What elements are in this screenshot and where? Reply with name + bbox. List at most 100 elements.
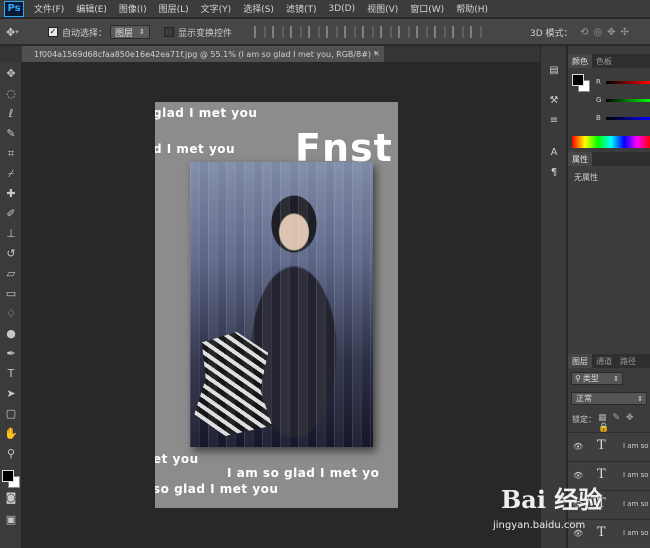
- brush-tool-icon[interactable]: ✐: [3, 206, 19, 222]
- blue-slider[interactable]: [606, 117, 650, 120]
- 3d-mode-label: 3D 模式：: [530, 28, 573, 39]
- align-vcenter-icon[interactable]: [272, 26, 284, 38]
- chevron-updown-icon: ⇕: [139, 28, 145, 36]
- tab-color[interactable]: 颜色: [568, 54, 592, 68]
- type-tool-icon[interactable]: T: [3, 366, 19, 382]
- quick-mask-icon[interactable]: ◙: [3, 490, 19, 506]
- layers-panel-tabs: 图层 通道 路径: [568, 354, 650, 368]
- right-panels: 颜色 色板 R G B 属性 无属性 图层 通道 路径 ⚲ 类型 ⇕ 正常 ⇕ …: [568, 46, 650, 548]
- properties-panel-tabs: 属性: [568, 152, 650, 166]
- marquee-tool-icon[interactable]: ◌: [3, 86, 19, 102]
- align-hcenter-icon[interactable]: [326, 26, 338, 38]
- color-spectrum-bar[interactable]: [572, 136, 650, 148]
- menu-layer[interactable]: 图层(L): [159, 2, 189, 15]
- options-bar: ✥ ▾ ✓ 自动选择： 图层 ⇕ 显示变换控件 3D 模式： ⟲◎✥✣: [0, 19, 650, 45]
- quick-select-tool-icon[interactable]: ✎: [3, 126, 19, 142]
- green-channel-label: G: [596, 96, 602, 104]
- menu-type[interactable]: 文字(Y): [201, 2, 232, 15]
- character-panel-icon[interactable]: A: [547, 146, 561, 160]
- menu-select[interactable]: 选择(S): [243, 2, 274, 15]
- photo-slice-strip: [262, 162, 271, 447]
- menu-image[interactable]: 图像(I): [119, 2, 147, 15]
- auto-align-icon[interactable]: [470, 26, 482, 38]
- color-fg-swatch[interactable]: [572, 74, 584, 86]
- auto-select-checkbox[interactable]: ✓: [48, 27, 58, 37]
- history-brush-tool-icon[interactable]: ↺: [3, 246, 19, 262]
- align-bottom-icon[interactable]: [290, 26, 302, 38]
- canvas-text-line-2: d I met you: [155, 142, 236, 156]
- eyedropper-tool-icon[interactable]: ⌿: [3, 166, 19, 182]
- portrait-photo: [190, 162, 373, 447]
- blue-channel-label: B: [596, 114, 601, 122]
- distribute-left-icon[interactable]: [416, 26, 428, 38]
- canvas-area[interactable]: glad I met you d I met you Fnst et you I…: [23, 62, 538, 548]
- align-left-icon[interactable]: [308, 26, 320, 38]
- gradient-tool-icon[interactable]: ▭: [3, 286, 19, 302]
- document-tab[interactable]: 1f004a1569d68cfaa850e16e42ea71f.jpg @ 55…: [22, 46, 384, 62]
- document-canvas[interactable]: glad I met you d I met you Fnst et you I…: [155, 102, 398, 508]
- blend-mode-value: 正常: [576, 394, 592, 403]
- show-transform-checkbox[interactable]: [164, 27, 174, 37]
- healing-brush-tool-icon[interactable]: ✚: [3, 186, 19, 202]
- zoom-tool-icon[interactable]: ⚲: [3, 446, 19, 462]
- blur-tool-icon[interactable]: ♢: [3, 306, 19, 322]
- brush-presets-icon[interactable]: ⚒: [547, 94, 561, 108]
- menu-window[interactable]: 窗口(W): [410, 2, 444, 15]
- red-slider[interactable]: [606, 81, 650, 84]
- move-tool-preset-icon[interactable]: ✥ ▾: [6, 19, 19, 45]
- menu-view[interactable]: 视图(V): [367, 2, 398, 15]
- screen-mode-icon[interactable]: ▣: [3, 512, 19, 528]
- dodge-tool-icon[interactable]: ●: [3, 326, 19, 342]
- lock-icons[interactable]: ▦✎✥🔒: [598, 413, 650, 433]
- tab-paths[interactable]: 路径: [616, 356, 640, 367]
- canvas-text-line-4: I am so glad I met yo: [227, 466, 380, 480]
- clone-stamp-tool-icon[interactable]: ⊥: [3, 226, 19, 242]
- align-right-icon[interactable]: [344, 26, 356, 38]
- tab-properties[interactable]: 属性: [568, 152, 592, 166]
- panel-icon-strip: ▤ ⚒ ≡ A ¶: [540, 46, 567, 548]
- distribute-hcenter-icon[interactable]: [434, 26, 446, 38]
- blend-mode-dropdown[interactable]: 正常 ⇕: [571, 392, 647, 405]
- shape-tool-icon[interactable]: ▢: [3, 406, 19, 422]
- align-buttons: [254, 19, 488, 45]
- canvas-text-line-3: et you: [155, 452, 199, 466]
- close-icon[interactable]: ×: [373, 49, 380, 58]
- paragraph-panel-icon[interactable]: ¶: [547, 166, 561, 180]
- layer-row[interactable]: 👁 T I am so: [568, 432, 650, 460]
- photo-slice-strip: [298, 162, 307, 447]
- foreground-color-swatch[interactable]: [2, 470, 14, 482]
- distribute-vcenter-icon[interactable]: [380, 26, 392, 38]
- tab-swatches[interactable]: 色板: [592, 56, 616, 67]
- distribute-top-icon[interactable]: [362, 26, 374, 38]
- align-top-icon[interactable]: [254, 26, 266, 38]
- path-select-tool-icon[interactable]: ➤: [3, 386, 19, 402]
- text-layer-icon: T: [597, 438, 606, 453]
- crop-tool-icon[interactable]: ⌗: [3, 146, 19, 162]
- tab-layers[interactable]: 图层: [568, 354, 592, 368]
- eraser-tool-icon[interactable]: ▱: [3, 266, 19, 282]
- layer-filter-dropdown[interactable]: ⚲ 类型 ⇕: [571, 372, 623, 385]
- menu-3d[interactable]: 3D(D): [328, 4, 355, 14]
- menu-help[interactable]: 帮助(H): [456, 2, 488, 15]
- canvas-text-line-5: so glad I met you: [155, 482, 279, 496]
- visibility-eye-icon[interactable]: 👁: [573, 442, 583, 451]
- 3d-mode-icons[interactable]: ⟲◎✥✣: [580, 19, 634, 45]
- tools-panel: ✥ ◌ ℓ ✎ ⌗ ⌿ ✚ ✐ ⊥ ↺ ▱ ▭ ♢ ● ✒ T ➤ ▢ ✋ ⚲ …: [0, 62, 22, 548]
- adjustments-icon[interactable]: ≡: [547, 114, 561, 128]
- photo-slice-strip: [226, 162, 235, 447]
- watermark-logo-text: Bai 经验: [501, 485, 603, 514]
- history-panel-icon[interactable]: ▤: [547, 64, 561, 78]
- menu-filter[interactable]: 滤镜(T): [286, 2, 317, 15]
- color-panel-tabs: 颜色 色板: [568, 54, 650, 68]
- hand-tool-icon[interactable]: ✋: [3, 426, 19, 442]
- menu-edit[interactable]: 编辑(E): [76, 2, 107, 15]
- distribute-bottom-icon[interactable]: [398, 26, 410, 38]
- tab-channels[interactable]: 通道: [592, 356, 616, 367]
- green-slider[interactable]: [606, 99, 650, 102]
- move-tool-icon[interactable]: ✥: [3, 66, 19, 82]
- lasso-tool-icon[interactable]: ℓ: [3, 106, 19, 122]
- menu-file[interactable]: 文件(F): [34, 2, 64, 15]
- distribute-right-icon[interactable]: [452, 26, 464, 38]
- auto-select-target-dropdown[interactable]: 图层 ⇕: [110, 25, 150, 39]
- pen-tool-icon[interactable]: ✒: [3, 346, 19, 362]
